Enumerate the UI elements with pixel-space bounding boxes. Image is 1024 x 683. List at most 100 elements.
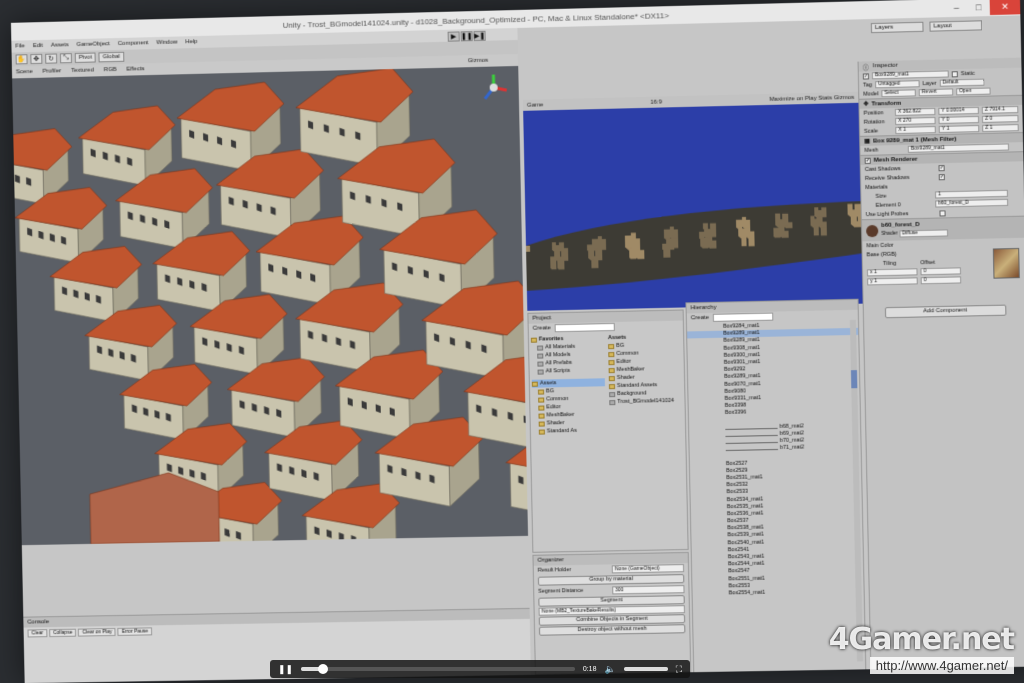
maximize-icon[interactable]: □ <box>967 0 990 16</box>
tiling-y[interactable]: y 1 <box>867 277 918 285</box>
close-icon[interactable]: ✕ <box>990 0 1021 15</box>
game-view[interactable] <box>523 103 862 311</box>
pause-icon[interactable]: ❚❚ <box>461 31 473 41</box>
search-folder-icon <box>537 345 543 350</box>
menu-file[interactable]: File <box>15 43 25 49</box>
game-building <box>670 227 674 238</box>
material-sphere-icon <box>866 224 878 236</box>
size-label: Size <box>875 192 932 199</box>
menu-window[interactable]: Window <box>156 40 177 47</box>
open-button[interactable]: Open <box>956 88 991 96</box>
seek-bar[interactable] <box>301 667 575 671</box>
light-probes-checkbox[interactable] <box>939 210 945 216</box>
tab-profiler[interactable]: Profiler <box>43 68 62 74</box>
organizer-panel: Organizer Result Holder None (GameObject… <box>532 552 691 675</box>
render-mode-dropdown[interactable]: RGB <box>104 67 117 73</box>
info-icon: ⓘ <box>863 62 869 71</box>
folder-icon <box>538 389 544 394</box>
play-icon[interactable]: ▶ <box>448 31 460 41</box>
light-probes-label: Use Light Probes <box>866 210 937 218</box>
minimize-icon[interactable]: – <box>945 0 968 16</box>
console-clear-button[interactable]: Clear <box>28 629 48 637</box>
search-folder-icon <box>537 353 543 358</box>
move-tool-icon[interactable]: ✥ <box>30 54 42 64</box>
global-toggle[interactable]: Global <box>99 52 124 63</box>
tiling-label: Tiling <box>883 260 896 266</box>
effects-dropdown[interactable]: Effects <box>126 66 144 72</box>
console-clear-on-play-button[interactable]: Clear on Play <box>78 628 116 637</box>
renderer-enabled-checkbox[interactable]: ✓ <box>865 157 871 163</box>
project-search-input[interactable] <box>555 323 615 332</box>
receive-shadows-checkbox[interactable]: ✓ <box>939 174 945 180</box>
menu-gameobject[interactable]: GameObject <box>77 41 110 48</box>
tag-dropdown[interactable]: Untagged <box>875 80 920 88</box>
active-checkbox[interactable]: ✓ <box>863 73 869 79</box>
scene-view[interactable] <box>12 66 528 545</box>
gizmos-dropdown[interactable]: Gizmos <box>468 58 488 64</box>
add-component-button[interactable]: Add Component <box>884 305 1006 319</box>
project-create-button[interactable]: Create <box>533 325 551 331</box>
rotation-z[interactable]: Z 0 <box>982 115 1019 123</box>
rotation-y[interactable]: Y 0 <box>938 116 979 124</box>
scale-z[interactable]: Z 1 <box>982 124 1019 132</box>
pivot-toggle[interactable]: Pivot <box>75 53 96 63</box>
hierarchy-row[interactable]: Box2554_mat1 <box>729 588 864 598</box>
asset-entry[interactable]: Trost_BGmodel141024 <box>609 397 682 406</box>
scale-tool-icon[interactable]: ⤡ <box>60 53 72 63</box>
position-x[interactable]: X 362.822 <box>895 108 936 116</box>
asset-folder[interactable]: Standard As <box>533 426 606 435</box>
tab-scene[interactable]: Scene <box>16 69 33 75</box>
scale-label: Scale <box>864 128 892 135</box>
menu-edit[interactable]: Edit <box>33 43 43 49</box>
position-y[interactable]: Y 0.00014 <box>938 107 979 115</box>
game-building <box>814 207 818 216</box>
offset-y[interactable]: 0 <box>921 276 962 284</box>
scrollbar-thumb[interactable] <box>851 370 857 388</box>
hierarchy-search-input[interactable] <box>713 313 773 322</box>
favorite-item[interactable]: All Scripts <box>532 366 605 376</box>
tiling-x[interactable]: x 1 <box>867 268 918 276</box>
static-checkbox[interactable] <box>952 71 958 77</box>
segment-distance-field[interactable]: 300 <box>612 585 684 594</box>
pause-icon[interactable]: ❚❚ <box>278 664 293 675</box>
texture-thumbnail[interactable] <box>993 248 1020 279</box>
tab-game[interactable]: Game <box>527 102 543 108</box>
console-collapse-button[interactable]: Collapse <box>49 629 76 637</box>
console-error-pause-button[interactable]: Error Pause <box>118 627 152 636</box>
folder-icon <box>608 344 614 349</box>
rotation-x[interactable]: X 270 <box>895 117 936 125</box>
position-z[interactable]: Z 7914.1 <box>982 106 1019 114</box>
scene-gizmo-icon[interactable] <box>476 70 511 105</box>
scale-y[interactable]: Y 1 <box>939 125 980 133</box>
menu-component[interactable]: Component <box>118 40 149 47</box>
destroy-button[interactable]: Destroy object without mesh <box>539 624 685 636</box>
select-button[interactable]: Select <box>881 89 915 97</box>
segment-distance-label: Segment Distance <box>538 588 583 595</box>
menu-help[interactable]: Help <box>185 39 197 45</box>
shading-dropdown[interactable]: Textured <box>71 67 94 74</box>
layout-dropdown[interactable]: Layout <box>929 20 982 31</box>
hierarchy-create-button[interactable]: Create <box>691 315 709 321</box>
fullscreen-icon[interactable]: ⛶ <box>676 664 682 675</box>
revert-button[interactable]: Revert <box>919 88 954 96</box>
game-building <box>550 257 556 269</box>
step-icon[interactable]: ▶❚ <box>474 31 486 41</box>
result-holder-field[interactable]: None (GameObject) <box>612 564 684 573</box>
volume-slider[interactable] <box>624 667 668 671</box>
game-options[interactable]: Maximize on Play Stats Gizmos <box>769 94 854 102</box>
game-aspect[interactable]: 16:9 <box>650 99 662 105</box>
scale-x[interactable]: X 1 <box>895 126 936 134</box>
rotate-tool-icon[interactable]: ↻ <box>45 53 57 63</box>
offset-label: Offset <box>920 259 935 265</box>
layers-dropdown[interactable]: Layers <box>871 22 924 33</box>
layer-dropdown[interactable]: Default <box>939 79 984 87</box>
menu-assets[interactable]: Assets <box>51 42 69 48</box>
hand-tool-icon[interactable]: ✋ <box>16 54 28 64</box>
offset-x[interactable]: 0 <box>920 267 961 275</box>
shader-dropdown[interactable]: Diffuse <box>899 229 948 237</box>
seek-handle[interactable] <box>318 664 328 674</box>
cast-shadows-checkbox[interactable]: ✓ <box>938 165 944 171</box>
material-shader-row: Shader Diffuse <box>881 229 947 238</box>
scene-viewport[interactable] <box>12 66 528 545</box>
volume-icon[interactable]: 🔈 <box>604 664 615 675</box>
